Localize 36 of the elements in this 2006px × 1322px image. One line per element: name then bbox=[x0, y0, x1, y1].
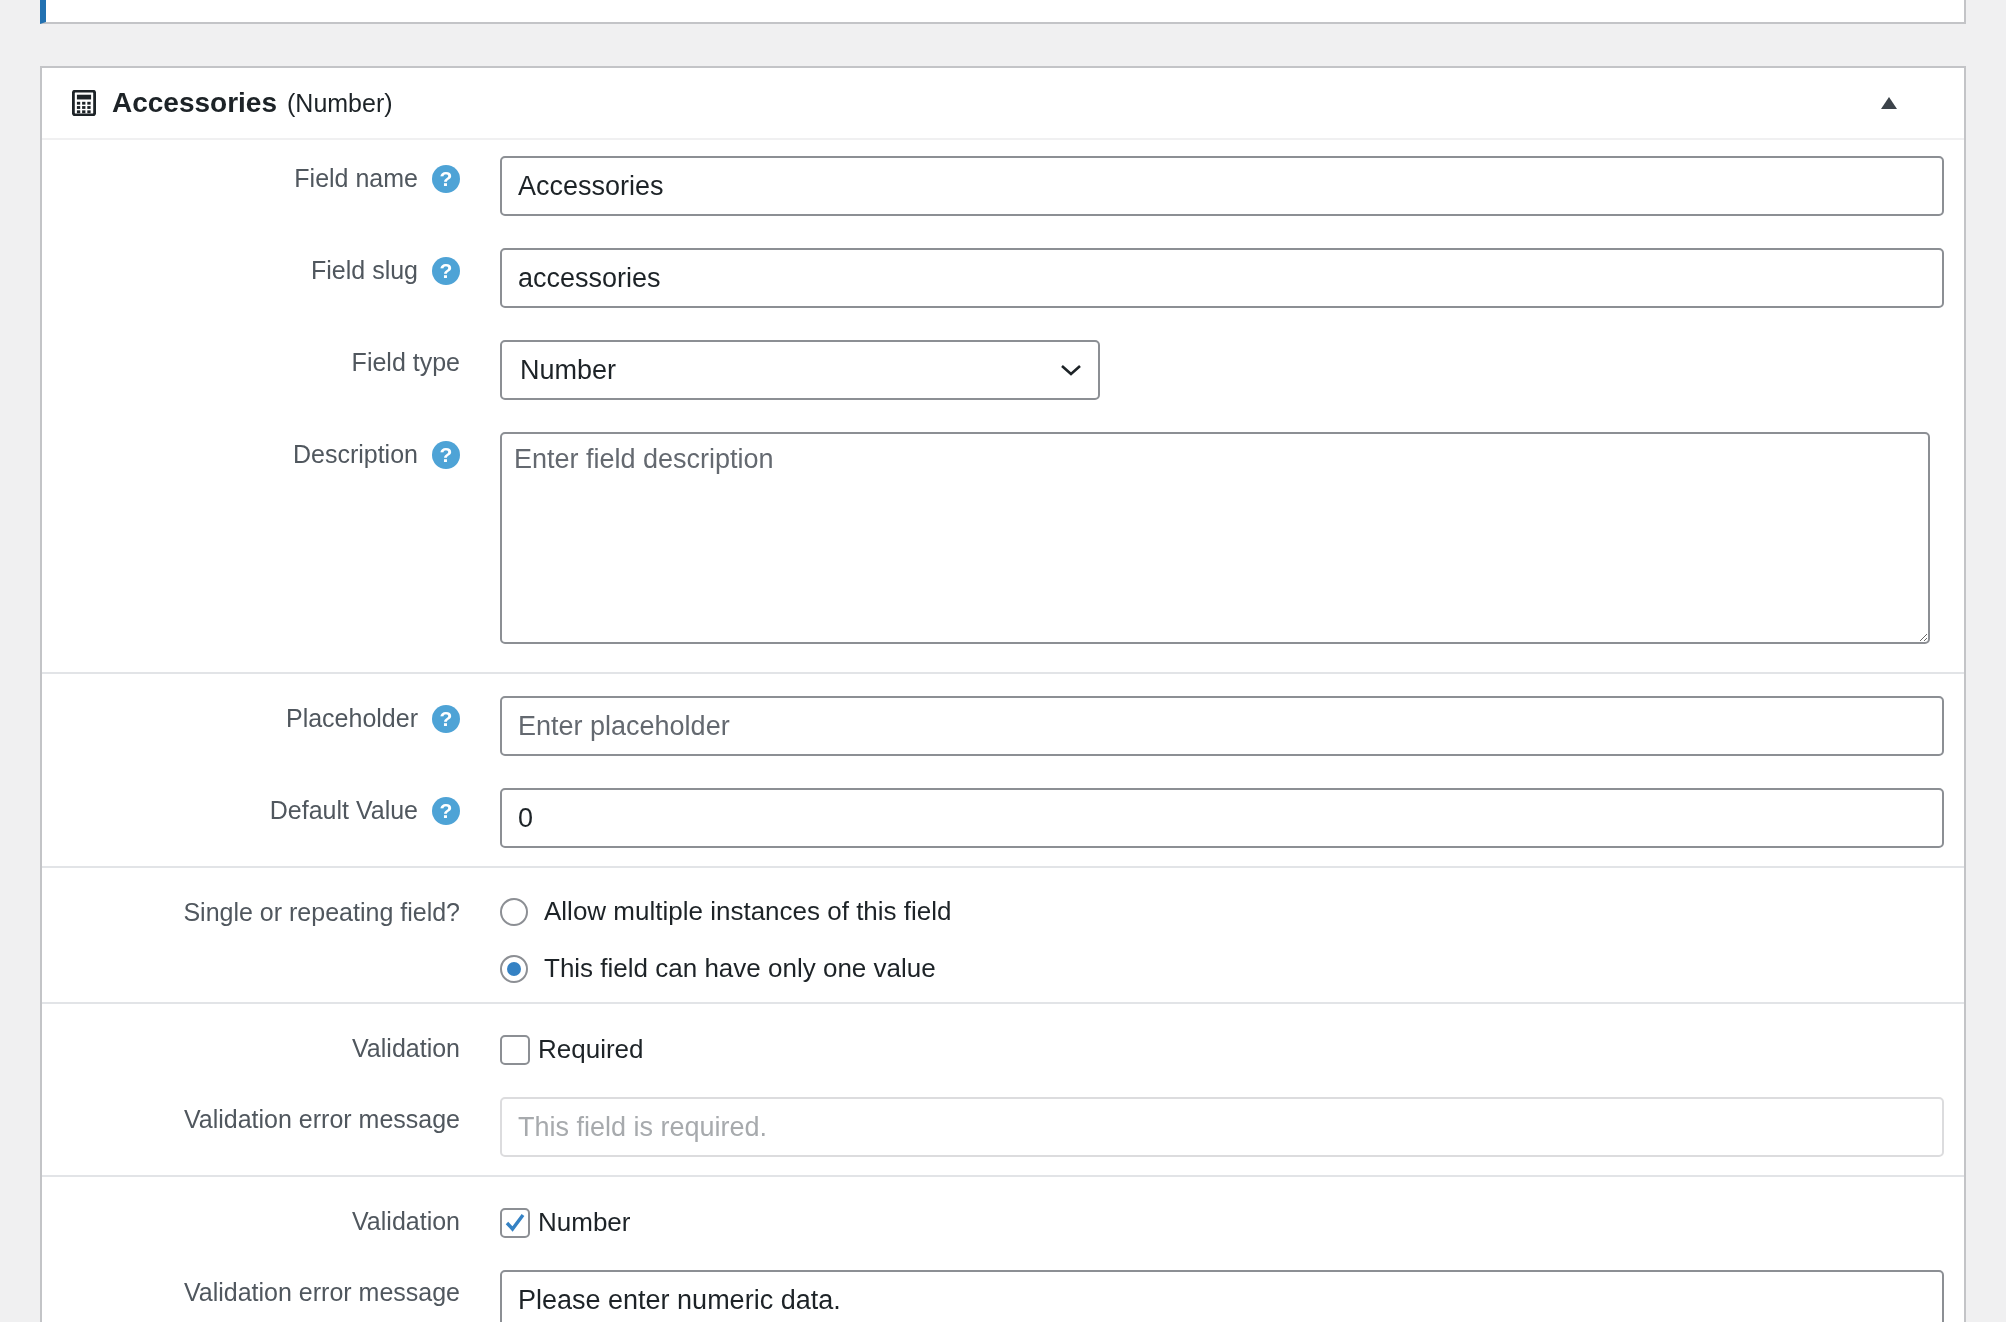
chevron-down-icon bbox=[1060, 363, 1082, 377]
help-icon[interactable]: ? bbox=[432, 797, 460, 825]
field-type-label: (Number) bbox=[287, 88, 393, 118]
panel-title: Accessories bbox=[112, 87, 277, 119]
field-label: Validation bbox=[352, 1034, 460, 1063]
text-field[interactable]: accessories bbox=[500, 248, 1944, 308]
field-type-dropdown[interactable]: Number bbox=[500, 340, 1100, 400]
checkbox[interactable] bbox=[500, 1034, 530, 1065]
help-icon[interactable]: ? bbox=[432, 257, 460, 285]
text-field[interactable]: Accessories bbox=[500, 156, 1944, 216]
field-label: Default Value bbox=[269, 796, 418, 825]
field-label: Field name bbox=[294, 164, 418, 193]
triangle-icon bbox=[1880, 96, 1898, 110]
radio-button[interactable] bbox=[500, 954, 528, 983]
field-label: Validation error message bbox=[183, 1105, 460, 1134]
field-label: Validation error message bbox=[183, 1278, 460, 1307]
radio-label: Allow multiple instances of this field bbox=[544, 896, 952, 927]
field-label: Description bbox=[292, 440, 418, 469]
field-label: Field type bbox=[351, 348, 460, 377]
checkbox[interactable] bbox=[500, 1207, 530, 1238]
help-icon[interactable]: ? bbox=[432, 441, 460, 469]
text-field[interactable]: 0 bbox=[500, 788, 1944, 848]
text-field[interactable]: Enter placeholder bbox=[500, 696, 1944, 756]
calculator-icon bbox=[72, 90, 96, 116]
checkbox-label: Number bbox=[538, 1207, 631, 1238]
checkbox-label: Required bbox=[538, 1034, 644, 1065]
field-label: Placeholder bbox=[285, 704, 418, 733]
field-label: Field slug bbox=[311, 256, 418, 285]
help-icon[interactable]: ? bbox=[432, 705, 460, 733]
field-label: Validation bbox=[352, 1207, 460, 1236]
radio-label: This field can have only one value bbox=[544, 953, 936, 984]
radio-button[interactable] bbox=[500, 897, 528, 926]
help-icon[interactable]: ? bbox=[432, 165, 460, 193]
text-field[interactable]: Please enter numeric data. bbox=[500, 1270, 1944, 1322]
field-label: Single or repeating field? bbox=[183, 898, 460, 927]
description-textarea[interactable]: Enter field description bbox=[500, 432, 1930, 644]
